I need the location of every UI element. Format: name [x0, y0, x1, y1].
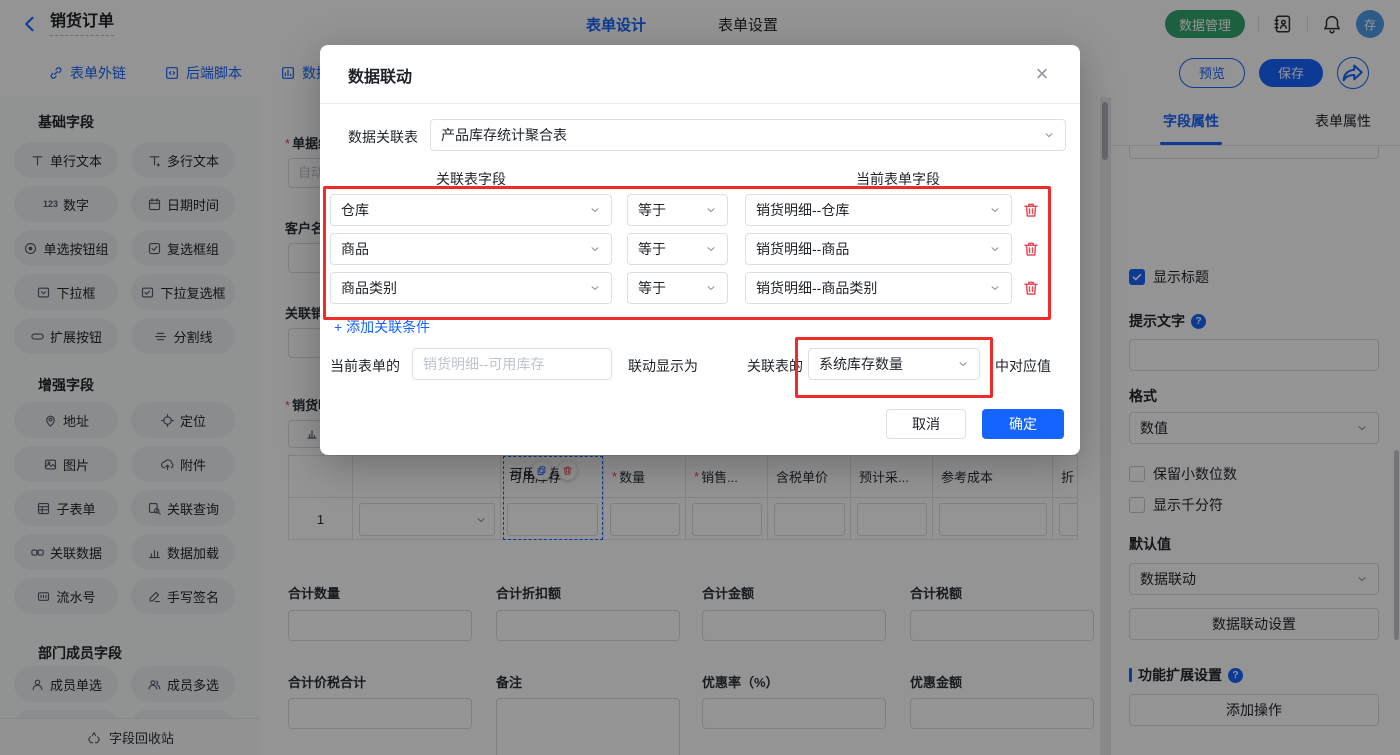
target-field-placeholder: 销货明细--可用库存: [423, 356, 545, 372]
linked-table-label: 数据关联表: [348, 129, 418, 145]
cancel-button[interactable]: 取消: [886, 409, 966, 439]
close-icon[interactable]: ×: [1030, 61, 1054, 86]
divider: [320, 103, 1080, 104]
condition-current-field-select[interactable]: 销货明细--商品: [745, 233, 1012, 265]
app-window: 销货订单 表单设计表单设置 数据管理 存 表单外链后端脚本数据权限 预览 保存 …: [0, 0, 1400, 755]
delete-condition-icon[interactable]: [1022, 240, 1040, 258]
related-field-select[interactable]: 系统库存数量: [808, 348, 980, 380]
condition-current-field-select[interactable]: 销货明细--仓库: [745, 194, 1012, 226]
condition-field-select[interactable]: 商品: [330, 233, 612, 265]
delete-condition-icon[interactable]: [1022, 201, 1040, 219]
chevron-down-icon: [705, 243, 717, 255]
linked-table-value: 产品库存统计聚合表: [441, 127, 567, 143]
column-header-right: 当前表单字段: [856, 171, 940, 187]
current-form-label: 当前表单的: [330, 358, 400, 374]
chevron-down-icon: [989, 243, 1001, 255]
chevron-down-icon: [589, 282, 601, 294]
chevron-down-icon: [989, 282, 1001, 294]
confirm-button[interactable]: 确定: [982, 409, 1064, 439]
suffix-label: 中对应值: [995, 358, 1051, 374]
chevron-down-icon: [705, 204, 717, 216]
chevron-down-icon: [989, 204, 1001, 216]
chevron-down-icon: [957, 358, 969, 370]
delete-condition-icon[interactable]: [1022, 279, 1040, 297]
data-linkage-modal: 数据联动 × 数据关联表 产品库存统计聚合表 关联表字段 当前表单字段 仓库 等于…: [320, 45, 1080, 455]
related-field-value: 系统库存数量: [819, 356, 903, 372]
condition-field-select[interactable]: 商品类别: [330, 272, 612, 304]
column-header-left: 关联表字段: [436, 171, 506, 187]
condition-field-select[interactable]: 仓库: [330, 194, 612, 226]
display-as-label: 联动显示为: [628, 358, 698, 374]
target-field-input[interactable]: 销货明细--可用库存: [412, 348, 612, 380]
condition-current-field-select[interactable]: 销货明细--商品类别: [745, 272, 1012, 304]
modal-title: 数据联动: [348, 69, 413, 86]
chevron-down-icon: [1043, 129, 1055, 141]
related-table-label: 关联表的: [747, 358, 803, 374]
condition-operator-select[interactable]: 等于: [627, 194, 728, 226]
condition-operator-select[interactable]: 等于: [627, 272, 728, 304]
chevron-down-icon: [589, 204, 601, 216]
chevron-down-icon: [589, 243, 601, 255]
chevron-down-icon: [705, 282, 717, 294]
linked-table-select[interactable]: 产品库存统计聚合表: [430, 119, 1066, 151]
condition-operator-select[interactable]: 等于: [627, 233, 728, 265]
add-condition-link[interactable]: + 添加关联条件: [334, 317, 430, 337]
